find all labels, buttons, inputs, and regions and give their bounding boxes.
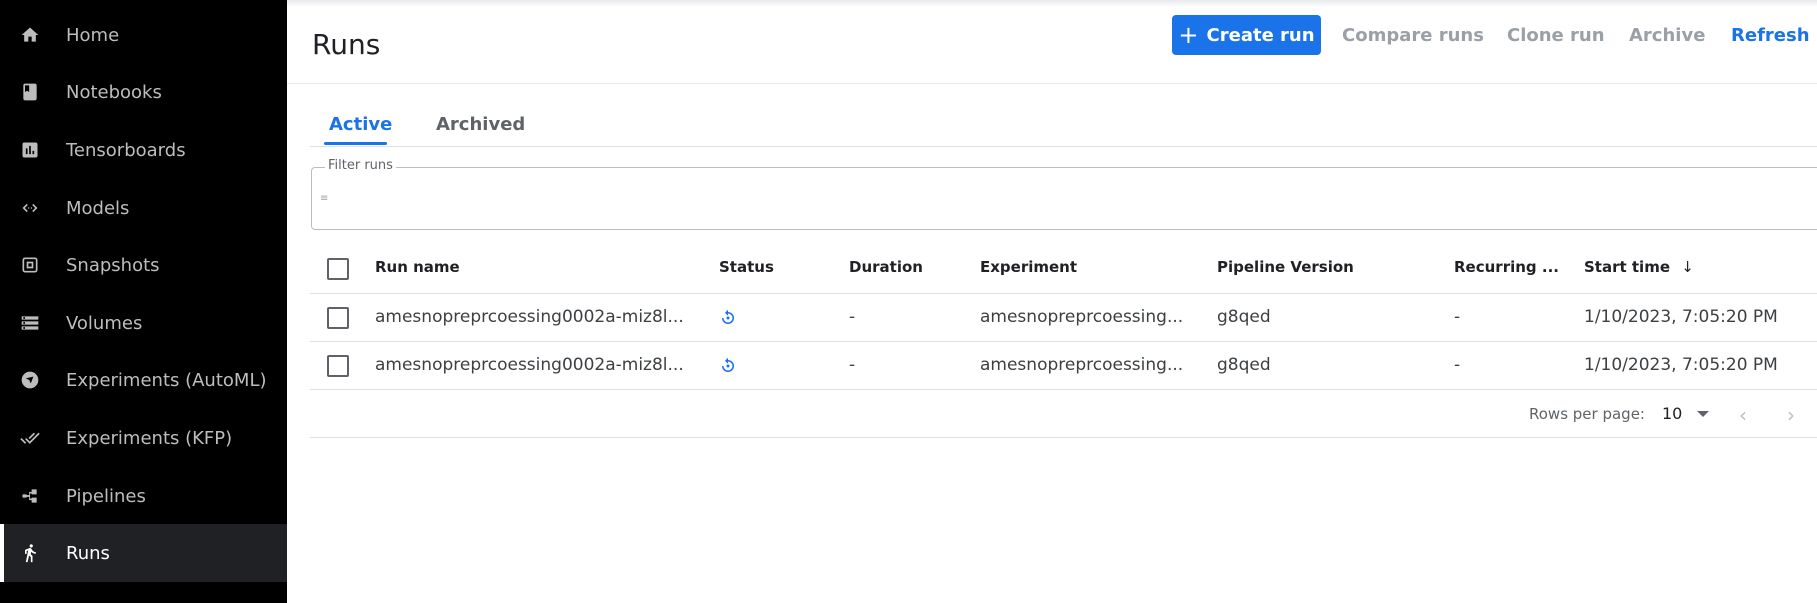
code-arrows-icon — [19, 197, 41, 219]
run-name-link[interactable]: amesnopreprcoessing0002a-miz8l... — [375, 355, 684, 375]
recurring-cell: - — [1454, 307, 1461, 327]
row-checkbox[interactable] — [327, 355, 349, 377]
filter-list-icon: ≡ — [320, 193, 329, 204]
rows-per-page-select[interactable]: 10 — [1662, 404, 1682, 423]
recurring-cell: - — [1454, 355, 1461, 375]
sidebar-item-experiments-automl[interactable]: Experiments (AutoML) — [0, 351, 287, 409]
footer-divider — [310, 437, 1817, 438]
duration-cell: - — [849, 355, 856, 375]
sidebar-item-label: Volumes — [66, 312, 143, 334]
storage-icon — [19, 312, 41, 334]
dropdown-caret-icon[interactable] — [1697, 411, 1709, 417]
running-icon — [19, 542, 41, 564]
sidebar-item-snapshots[interactable]: Snapshots — [0, 236, 287, 294]
header-divider — [287, 83, 1817, 84]
pipeline-icon — [19, 485, 41, 507]
sidebar-item-home[interactable]: Home — [0, 6, 287, 64]
done-all-icon — [19, 427, 41, 449]
tabs-divider — [310, 146, 1817, 147]
experiment-link[interactable]: amesnopreprcoessing... — [980, 355, 1183, 375]
notebook-icon — [19, 81, 41, 103]
sidebar-item-experiments-kfp[interactable]: Experiments (KFP) — [0, 409, 287, 467]
archive-button[interactable]: Archive — [1629, 15, 1705, 55]
run-name-link[interactable]: amesnopreprcoessing0002a-miz8l... — [375, 307, 684, 327]
column-header-duration[interactable]: Duration — [849, 258, 923, 276]
pipeline-version-link[interactable]: g8qed — [1217, 355, 1271, 375]
duration-cell: - — [849, 307, 856, 327]
sidebar-item-pipelines[interactable]: Pipelines — [0, 467, 287, 525]
compare-runs-button[interactable]: Compare runs — [1342, 15, 1484, 55]
home-icon — [19, 24, 41, 46]
start-time-label: Start time — [1584, 258, 1671, 276]
clone-run-button[interactable]: Clone run — [1507, 15, 1605, 55]
pipeline-version-link[interactable]: g8qed — [1217, 307, 1271, 327]
sidebar-item-label: Runs — [66, 542, 110, 564]
start-time-cell: 1/10/2023, 7:05:20 PM — [1584, 307, 1778, 327]
header-divider-row — [310, 293, 1817, 294]
filter-label: Filter runs — [325, 158, 396, 173]
bar-chart-icon — [19, 139, 41, 161]
main-content: Runs + Create run Compare runs Clone run… — [287, 0, 1817, 603]
filter-input[interactable] — [311, 167, 1817, 230]
sidebar-item-tensorboards[interactable]: Tensorboards — [0, 121, 287, 179]
arrow-down-icon: ↓ — [1681, 258, 1694, 276]
sidebar-item-runs[interactable]: Runs — [0, 524, 287, 582]
tab-indicator — [324, 142, 387, 145]
select-all-checkbox[interactable] — [327, 258, 349, 280]
running-status-icon — [722, 357, 734, 372]
sidebar-item-label: Models — [66, 197, 130, 219]
start-time-cell: 1/10/2023, 7:05:20 PM — [1584, 355, 1778, 375]
refresh-button[interactable]: Refresh — [1731, 15, 1810, 55]
plus-icon: + — [1178, 21, 1199, 49]
running-status-icon — [722, 309, 734, 324]
experiment-link[interactable]: amesnopreprcoessing... — [980, 307, 1183, 327]
sidebar-item-label: Tensorboards — [66, 139, 186, 161]
page-title: Runs — [312, 28, 381, 61]
snapshot-icon — [19, 254, 41, 276]
sidebar-item-label: Experiments (AutoML) — [66, 369, 267, 391]
sidebar-item-label: Home — [66, 24, 120, 46]
experiment-icon — [19, 369, 41, 391]
top-shadow — [287, 0, 1817, 7]
row-divider — [310, 341, 1817, 342]
rows-per-page-label: Rows per page: — [1529, 405, 1645, 423]
tab-active[interactable]: Active — [329, 114, 392, 135]
create-run-button[interactable]: + Create run — [1172, 15, 1321, 55]
create-run-label: Create run — [1206, 24, 1315, 46]
sidebar-item-volumes[interactable]: Volumes — [0, 294, 287, 352]
sidebar-item-notebooks[interactable]: Notebooks — [0, 63, 287, 121]
column-header-start-time[interactable]: Start time ↓ — [1584, 258, 1694, 276]
previous-page-button[interactable]: ‹ — [1739, 403, 1747, 427]
sidebar-item-label: Notebooks — [66, 81, 162, 103]
sidebar-item-models[interactable]: Models — [0, 179, 287, 237]
sidebar-item-label: Experiments (KFP) — [66, 427, 233, 449]
column-header-experiment[interactable]: Experiment — [980, 258, 1077, 276]
column-header-pipeline-version[interactable]: Pipeline Version — [1217, 258, 1354, 276]
row-checkbox[interactable] — [327, 307, 349, 329]
next-page-button[interactable]: › — [1787, 403, 1795, 427]
sidebar: Home Notebooks Tensorboards Models Snaps… — [0, 0, 287, 603]
sidebar-item-label: Pipelines — [66, 485, 146, 507]
chevron-left-icon: ‹ — [1739, 403, 1747, 427]
chevron-right-icon: › — [1787, 403, 1795, 427]
sidebar-item-label: Snapshots — [66, 254, 160, 276]
column-header-run-name[interactable]: Run name — [375, 258, 460, 276]
column-header-status[interactable]: Status — [719, 258, 774, 276]
tab-archived[interactable]: Archived — [436, 114, 525, 135]
column-header-recurring[interactable]: Recurring ... — [1454, 258, 1559, 276]
row-divider — [310, 389, 1817, 390]
